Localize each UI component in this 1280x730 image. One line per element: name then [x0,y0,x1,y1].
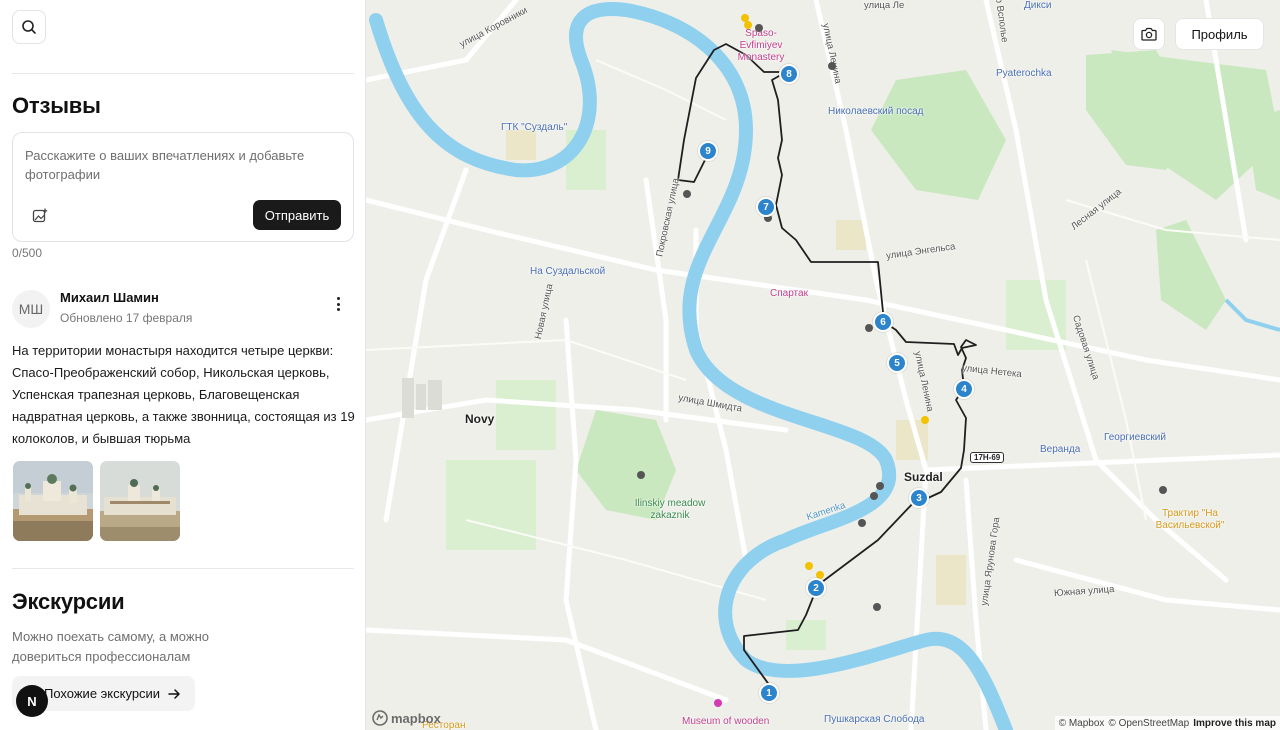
poi-marker[interactable] [876,482,884,490]
poi-label: Пушкарская Слобода [824,714,925,725]
sidebar: Отзывы Расскажите о ваших впечатлениях и… [0,0,366,730]
divider [12,568,354,569]
poi-marker[interactable] [865,324,873,332]
reviews-title: Отзывы [12,93,101,118]
map-attribution: © Mapbox © OpenStreetMap Improve this ma… [1054,716,1280,730]
map[interactable]: улица Коровники улица Ле улица Ленина пр… [366,0,1280,730]
poi-marker[interactable] [858,519,866,527]
poi-label: Николаевский посад [828,106,924,117]
poi-label: Веранда [1040,444,1081,455]
poi-label: Museum of wooden [682,716,770,727]
street-label: улица Ле [864,0,905,11]
avatar: МШ [12,290,50,328]
camera-icon [1141,27,1157,41]
poi-label: На Суздальской [530,266,606,277]
route-stop-9[interactable]: 9 [698,141,718,161]
review-date: Обновлено 17 февраля [60,311,193,325]
excursions-title: Экскурсии [12,589,125,614]
review-text: На территории монастыря находится четыре… [12,343,355,446]
osm-attribution-link[interactable]: © OpenStreetMap [1108,718,1189,729]
route-stop-6[interactable]: 6 [873,312,893,332]
poi-label: Георгиевский [1104,432,1166,443]
monastery-photo-2 [100,461,180,541]
mapbox-icon [372,710,388,726]
search-button[interactable] [12,10,46,44]
more-options-button[interactable] [330,294,346,314]
poi-marker[interactable] [1159,486,1167,494]
town-label: Novy [465,412,495,426]
review-photo[interactable] [13,461,93,541]
town-label: Suzdal [904,470,943,484]
route-stop-1[interactable]: 1 [759,683,779,703]
review-input-placeholder[interactable]: Расскажите о ваших впечатлениях и добавь… [25,146,335,184]
road-shield: 17Н-69 [970,452,1005,463]
poi-marker[interactable] [921,416,929,424]
poi-marker[interactable] [828,62,836,70]
mapbox-attribution-link[interactable]: © Mapbox [1059,718,1105,729]
poi-label: Spaso-Evfimiyev Monastery [737,28,785,63]
poi-label: Спартак [770,288,808,299]
poi-marker[interactable] [683,190,691,198]
route-stop-4[interactable]: 4 [954,379,974,399]
poi-marker[interactable] [714,699,722,707]
poi-marker[interactable] [873,603,881,611]
poi-label: Дикси [1024,0,1052,11]
add-photo-button[interactable] [29,205,51,227]
poi-label: ГТК "Суздаль" [501,122,568,133]
add-image-icon [32,208,48,223]
route-stop-5[interactable]: 5 [887,353,907,373]
similar-excursions-label: Похожие экскурсии [44,686,161,701]
search-icon [22,20,36,34]
character-counter: 0/500 [12,246,43,260]
screenshot-button[interactable] [1133,18,1165,50]
divider [12,73,354,74]
poi-marker[interactable] [637,471,645,479]
profile-button[interactable]: Профиль [1175,18,1264,50]
poi-marker[interactable] [805,562,813,570]
arrow-right-icon [168,688,180,699]
poi-label: Pyaterochka [996,68,1052,79]
mapbox-logo[interactable]: mapbox [372,710,441,726]
excursions-description: Можно поехать самому, а можно довериться… [12,629,209,664]
review-author: Михаил Шамин [60,290,159,305]
poi-label: Трактир "На Васильевской" [1155,508,1225,531]
review-photo[interactable] [100,461,180,541]
route-stop-8[interactable]: 8 [779,64,799,84]
mapbox-wordmark: mapbox [391,710,441,726]
poi-marker[interactable] [744,21,752,29]
route-stop-3[interactable]: 3 [909,488,929,508]
monastery-photo-1 [13,461,93,541]
route-stop-2[interactable]: 2 [806,578,826,598]
send-review-button[interactable]: Отправить [253,200,341,230]
review-input-box[interactable]: Расскажите о ваших впечатлениях и добавь… [12,132,354,242]
improve-map-link[interactable]: Improve this map [1193,718,1276,729]
poi-label: Ilinskiy meadow zakaznik [634,498,706,521]
route-stop-7[interactable]: 7 [756,197,776,217]
poi-marker[interactable] [870,492,878,500]
map-base [366,0,1280,730]
poi-marker[interactable] [755,24,763,32]
more-options-icon [336,297,340,300]
n-badge[interactable]: N [16,685,48,717]
